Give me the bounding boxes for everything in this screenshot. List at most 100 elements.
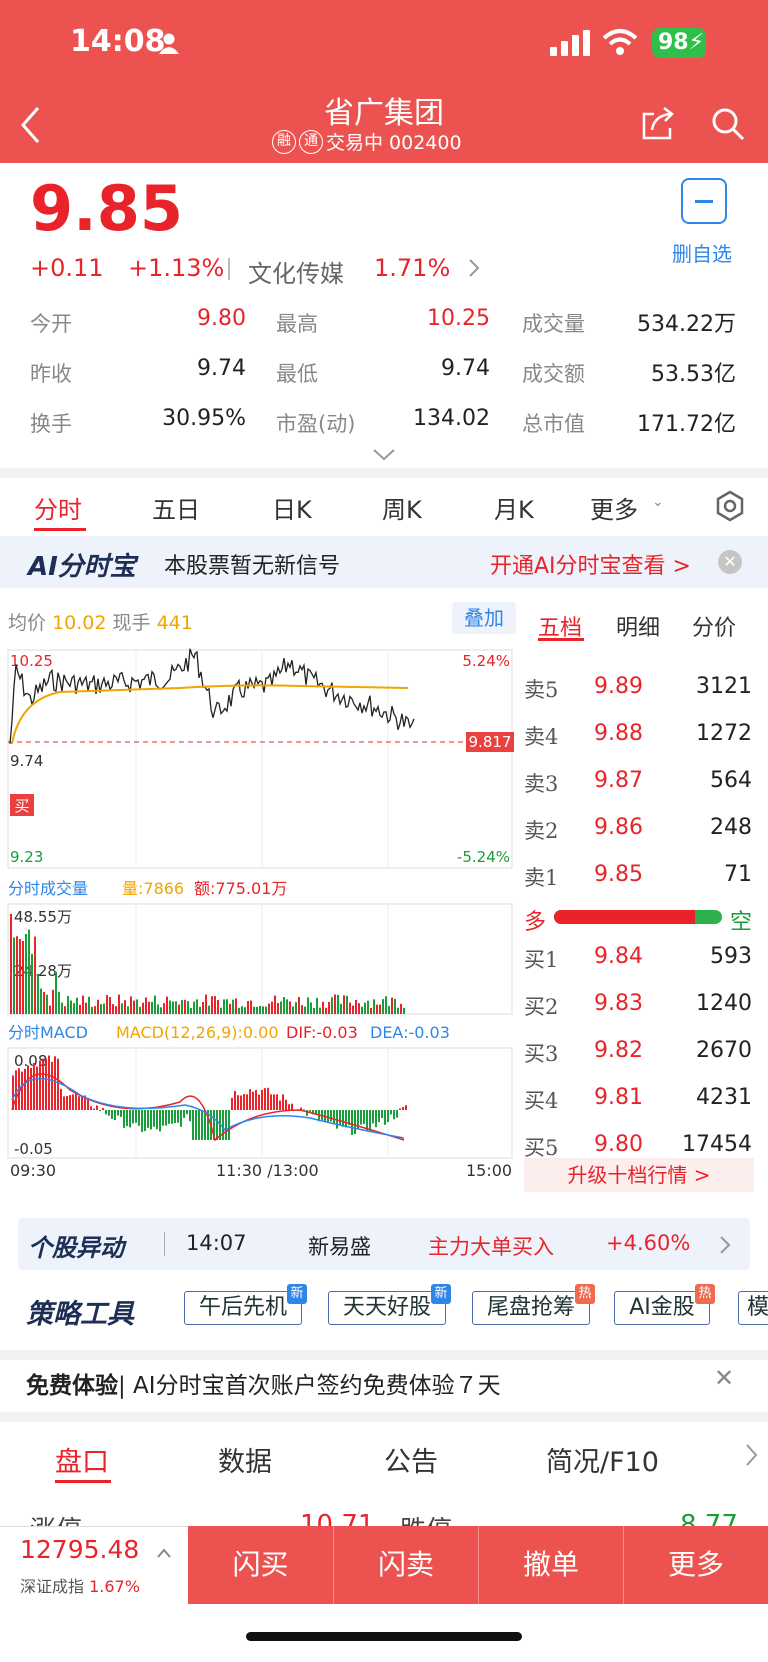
tab-2[interactable]: 日K (272, 490, 312, 525)
sector-pct[interactable]: 1.71% (374, 254, 450, 282)
remove-watchlist-button[interactable] (681, 178, 727, 224)
macd-bar (345, 1110, 347, 1128)
strategy-chip[interactable]: AI金股热 (614, 1284, 715, 1325)
volume-bar (259, 1005, 261, 1014)
volume-bar (175, 1001, 177, 1014)
volume-bar (169, 1000, 171, 1014)
macd-bar (63, 1096, 65, 1110)
volume-bar (28, 929, 30, 1014)
volume-bar (172, 1001, 174, 1014)
sell-row[interactable]: 卖3 9.87 564 (524, 768, 752, 812)
chevron-right-icon (720, 1236, 731, 1254)
volume-bar (40, 988, 42, 1014)
tab-0[interactable]: 分时 (34, 490, 82, 525)
detail-tab-0[interactable]: 盘口 (55, 1440, 109, 1479)
buy-row[interactable]: 买2 9.83 1240 (524, 991, 752, 1035)
orderbook-tab-2[interactable]: 分价 (692, 610, 736, 642)
sector-name[interactable]: 文化传媒 (248, 254, 344, 289)
chip-badge: 热 (575, 1284, 595, 1304)
sell-row[interactable]: 卖5 9.89 3121 (524, 674, 752, 718)
home-indicator[interactable] (246, 1632, 522, 1641)
index-widget[interactable]: 12795.48 深证成指 1.67% (0, 1526, 188, 1604)
chip-label: 午后先机 (198, 1295, 287, 1320)
person-icon (159, 33, 179, 54)
tab-3[interactable]: 周K (382, 490, 422, 525)
volume-bar (115, 1006, 117, 1014)
chip-label: 天天好股 (342, 1295, 431, 1320)
stock-alert-bar[interactable]: 个股异动 14:07 新易盛 主力大单买入 +4.60% (18, 1218, 750, 1270)
sell-row[interactable]: 卖2 9.86 248 (524, 815, 752, 859)
buy-row[interactable]: 买4 9.81 4231 (524, 1085, 752, 1129)
buy-row[interactable]: 买1 9.84 593 (524, 944, 752, 988)
upgrade-button[interactable]: 升级十档行情 > (524, 1158, 754, 1192)
close-icon[interactable]: ✕ (718, 550, 742, 574)
macd-bar (279, 1100, 281, 1110)
volume-bar (217, 1000, 219, 1014)
detail-tab-3[interactable]: 简况/F10 (546, 1440, 659, 1479)
overlay-button[interactable]: 叠加 (452, 602, 516, 634)
buy-row[interactable]: 买3 9.82 2670 (524, 1038, 752, 1082)
macd-bar (138, 1110, 140, 1126)
tab-1[interactable]: 五日 (152, 490, 200, 525)
sell-level: 卖1 (524, 866, 559, 890)
stat-label: 最低 (276, 362, 318, 386)
volume-bar (37, 973, 39, 1014)
action-button-1[interactable]: 闪卖 (333, 1526, 478, 1604)
sell-row[interactable]: 卖4 9.88 1272 (524, 721, 752, 765)
hand-label: 现手 (112, 612, 151, 634)
volume-bar (280, 1001, 282, 1014)
volume-bar (136, 999, 138, 1014)
tab-4[interactable]: 月K (494, 490, 534, 525)
action-button-2[interactable]: 撤单 (478, 1526, 623, 1604)
chip-label: 模 (746, 1295, 768, 1320)
macd-bar (132, 1110, 134, 1124)
strategy-chip[interactable]: 午后先机新 (184, 1284, 307, 1325)
orderbook-tab-1[interactable]: 明细 (616, 610, 660, 642)
volume-bar (13, 937, 15, 1014)
macd-bar (117, 1110, 119, 1116)
status-time: 14:08 (70, 24, 166, 59)
battery-level: 98 (658, 30, 689, 55)
volume-bar (139, 1006, 141, 1014)
macd-bar (228, 1110, 230, 1140)
macd-bar (246, 1094, 248, 1110)
search-icon[interactable] (710, 106, 746, 142)
volume-bar (106, 995, 108, 1014)
limit-peek: 涨停 10.71 跌停 8.77 (30, 1508, 748, 1528)
chevron-right-icon[interactable] (744, 1442, 760, 1468)
strategy-chip[interactable]: 天天好股新 (328, 1284, 451, 1325)
ai-open-link[interactable]: 开通AI分时宝查看 > (490, 548, 691, 580)
stat-label: 总市值 (522, 412, 585, 436)
volume-bar (160, 1007, 162, 1014)
macd-bar (372, 1110, 374, 1124)
macd-bar (330, 1110, 332, 1122)
volume-bar (103, 1003, 105, 1014)
stat-value: 10.25 (427, 306, 490, 331)
macd-bar (396, 1110, 398, 1118)
share-icon[interactable] (640, 106, 676, 142)
volume-bar (73, 1003, 75, 1014)
volume-bar (190, 1007, 192, 1014)
chevron-down-icon[interactable] (372, 448, 396, 462)
action-button-0[interactable]: 闪买 (188, 1526, 333, 1604)
action-button-3[interactable]: 更多 (623, 1526, 768, 1604)
macd-bar (105, 1110, 107, 1115)
detail-tab-1[interactable]: 数据 (218, 1440, 272, 1479)
intraday-chart[interactable]: 10.25 5.24%9.749.23 -5.24%9.817买分时成交量 量:786… (0, 640, 516, 1180)
remove-watchlist-label[interactable]: 删自选 (672, 238, 732, 267)
detail-tab-2[interactable]: 公告 (384, 1440, 438, 1479)
strategy-chip[interactable]: 尾盘抢筹热 (472, 1284, 595, 1325)
close-icon[interactable]: ✕ (714, 1364, 734, 1392)
macd-bar (243, 1094, 245, 1110)
volume-bar (298, 997, 300, 1014)
sell-qty: 3121 (696, 674, 752, 699)
tab-5[interactable]: 更多 (590, 490, 638, 525)
volume-bar (235, 998, 237, 1014)
volume-bar (331, 997, 333, 1014)
sell-row[interactable]: 卖1 9.85 71 (524, 862, 752, 906)
strategy-chip[interactable]: 模 (738, 1291, 768, 1325)
buy-level: 买2 (524, 995, 559, 1019)
chevron-right-icon[interactable] (466, 256, 482, 280)
settings-icon[interactable] (714, 490, 746, 522)
promo-bar[interactable]: 免费体验| AI分时宝首次账户签约免费体验７天 (26, 1366, 501, 1400)
